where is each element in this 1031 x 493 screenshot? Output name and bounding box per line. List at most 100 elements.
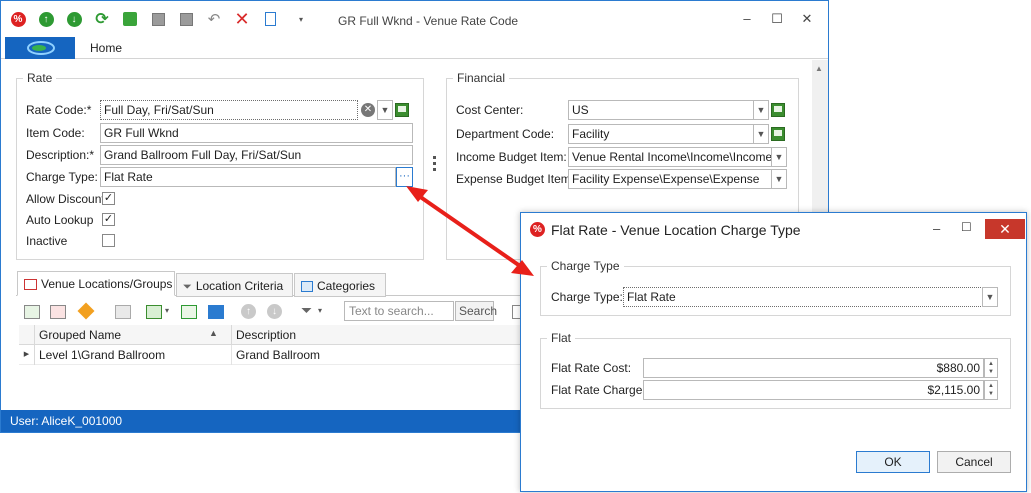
charge-type-group-legend: Charge Type xyxy=(551,259,620,273)
print-icon[interactable] xyxy=(115,305,131,319)
splitter-handle-icon[interactable] xyxy=(433,156,436,172)
income-budget-item-input[interactable]: Venue Rental Income\Income\Income xyxy=(568,147,772,167)
copy-icon[interactable] xyxy=(262,11,278,27)
column-header-description[interactable]: Description xyxy=(236,328,296,342)
close-icon[interactable]: ✕ xyxy=(985,219,1025,239)
department-code-lookup-icon[interactable] xyxy=(769,124,787,144)
save-icon[interactable] xyxy=(150,11,166,27)
tab-label: Venue Locations/Groups xyxy=(41,277,173,291)
filter-icon[interactable]: ⏷ xyxy=(301,302,312,319)
add-row-icon[interactable] xyxy=(24,305,40,319)
flat-rate-cost-label: Flat Rate Cost: xyxy=(551,361,632,375)
cost-center-label: Cost Center: xyxy=(456,103,524,117)
maximize-icon[interactable]: ☐ xyxy=(961,220,972,234)
close-icon[interactable]: ✕ xyxy=(797,10,817,28)
charge-type-label: Charge Type: xyxy=(26,170,98,184)
column-divider xyxy=(231,345,232,365)
income-budget-item-label: Income Budget Item: xyxy=(456,150,567,164)
department-code-dropdown-button[interactable]: ▼ xyxy=(753,124,769,144)
tag-icon[interactable] xyxy=(77,302,95,320)
inactive-checkbox[interactable] xyxy=(102,234,115,247)
inactive-label: Inactive xyxy=(26,234,68,248)
item-code-input[interactable]: GR Full Wknd xyxy=(100,123,413,143)
export-dropdown-icon[interactable]: ▾ xyxy=(165,306,169,315)
delete-icon[interactable]: ✕ xyxy=(234,9,250,29)
flat-group-legend: Flat xyxy=(551,331,572,345)
grouped-name-cell[interactable]: Level 1\Grand Ballroom xyxy=(39,348,165,362)
rate-code-lookup-icon[interactable] xyxy=(393,100,411,120)
tab-label: Categories xyxy=(317,279,376,293)
new-record-icon[interactable] xyxy=(122,11,138,27)
title-bar: % ↑ ↓ ⟳ ↶ ✕ ▾ GR Full Wknd - Venue Rate … xyxy=(1,1,828,37)
flat-rate-cost-input[interactable]: $880.00 xyxy=(643,358,984,378)
ok-button[interactable]: OK xyxy=(856,451,930,473)
remove-row-icon[interactable] xyxy=(50,305,66,319)
department-code-input[interactable]: Facility xyxy=(568,124,754,144)
move-down-disabled-icon[interactable]: ↓ xyxy=(267,304,282,319)
clear-icon[interactable]: ✕ xyxy=(361,103,375,117)
column-divider[interactable] xyxy=(231,325,232,345)
description-input[interactable]: Grand Ballroom Full Day, Fri/Sat/Sun xyxy=(100,145,413,165)
cost-center-input[interactable]: US xyxy=(568,100,754,120)
undo-icon[interactable]: ↶ xyxy=(206,11,222,28)
app-logo-icon: % xyxy=(10,11,26,27)
save-and-close-icon[interactable] xyxy=(178,11,194,27)
tab-label: Location Criteria xyxy=(195,279,284,293)
dialog-title: Flat Rate - Venue Location Charge Type xyxy=(551,222,801,238)
scroll-up-icon[interactable]: ▲ xyxy=(815,64,823,73)
cost-center-lookup-icon[interactable] xyxy=(769,100,787,120)
row-indicator-icon: ▶ xyxy=(19,345,35,365)
allow-discount-checkbox[interactable]: ✓ xyxy=(102,192,115,205)
export-icon[interactable] xyxy=(146,305,162,319)
department-code-label: Department Code: xyxy=(456,127,555,141)
sort-ascending-icon: ▲ xyxy=(209,328,218,338)
dialog-charge-type-label: Charge Type: xyxy=(551,290,623,304)
tab-venue-locations-groups[interactable]: Venue Locations/Groups xyxy=(17,271,175,296)
minimize-icon[interactable]: – xyxy=(933,221,940,236)
app-menu-button[interactable] xyxy=(5,37,75,59)
rate-code-input[interactable]: Full Day, Fri/Sat/Sun xyxy=(100,100,358,120)
ribbon-tabs: Home xyxy=(1,37,828,59)
move-up-icon[interactable]: ↑ xyxy=(38,11,54,27)
auto-lookup-checkbox[interactable]: ✓ xyxy=(102,213,115,226)
column-header-grouped-name[interactable]: Grouped Name xyxy=(39,328,121,342)
ribbon-tab-home[interactable]: Home xyxy=(90,41,122,55)
details-icon[interactable] xyxy=(208,305,224,319)
charge-type-ellipsis-button[interactable]: ··· xyxy=(396,167,413,187)
cost-center-dropdown-button[interactable]: ▼ xyxy=(753,100,769,120)
auto-lookup-label: Auto Lookup xyxy=(26,213,94,227)
charge-type-input[interactable]: Flat Rate xyxy=(100,167,396,187)
dialog-charge-type-select[interactable]: Flat Rate xyxy=(623,287,983,307)
move-down-icon[interactable]: ↓ xyxy=(66,11,82,27)
app-logo-icon xyxy=(27,41,55,55)
flat-rate-cost-spinner[interactable]: ▲ ▼ xyxy=(984,358,998,378)
filter-dropdown-icon[interactable]: ▾ xyxy=(318,306,322,315)
search-input[interactable]: Text to search... xyxy=(344,301,454,321)
open-record-icon[interactable] xyxy=(181,305,197,319)
flat-rate-charge-spinner[interactable]: ▲ ▼ xyxy=(984,380,998,400)
venue-icon xyxy=(24,279,37,290)
search-button[interactable]: Search xyxy=(455,301,497,321)
flat-rate-charge-input[interactable]: $2,115.00 xyxy=(643,380,984,400)
rate-code-label: Rate Code:* xyxy=(26,103,92,117)
app-logo-icon: % xyxy=(530,222,545,237)
description-cell[interactable]: Grand Ballroom xyxy=(236,348,320,362)
allow-discount-label: Allow Discount xyxy=(26,192,105,206)
minimize-icon[interactable]: – xyxy=(737,10,757,28)
expense-budget-item-label: Expense Budget Item: xyxy=(456,172,575,186)
rate-code-dropdown-button[interactable]: ▼ xyxy=(377,100,393,120)
expense-budget-item-input[interactable]: Facility Expense\Expense\Expense xyxy=(568,169,772,189)
flat-rate-dialog: % Flat Rate - Venue Location Charge Type… xyxy=(520,212,1027,492)
cancel-button[interactable]: Cancel xyxy=(937,451,1011,473)
row-indicator-header xyxy=(19,325,35,345)
refresh-icon[interactable]: ⟳ xyxy=(94,11,110,28)
move-up-disabled-icon[interactable]: ↑ xyxy=(241,304,256,319)
tab-categories[interactable]: Categories xyxy=(294,273,386,297)
tab-location-criteria[interactable]: ⏷ Location Criteria xyxy=(176,273,293,297)
dialog-charge-type-dropdown-button[interactable]: ▼ xyxy=(982,287,998,307)
expense-budget-item-dropdown-button[interactable]: ▼ xyxy=(771,169,787,189)
financial-group-legend: Financial xyxy=(457,71,506,85)
customize-toolbar-icon[interactable]: ▾ xyxy=(293,11,309,27)
income-budget-item-dropdown-button[interactable]: ▼ xyxy=(771,147,787,167)
maximize-icon[interactable]: ☐ xyxy=(767,10,787,28)
